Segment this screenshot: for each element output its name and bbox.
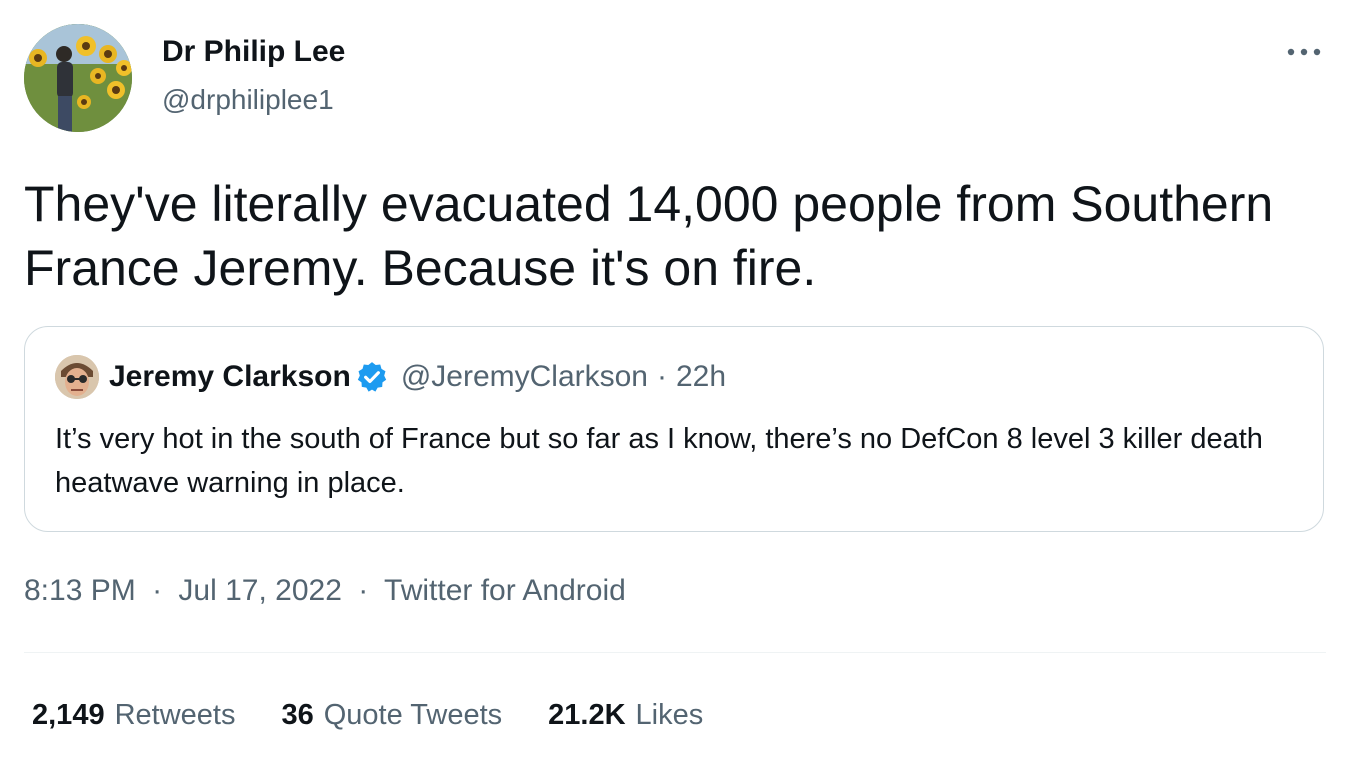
quote-tweets-label: Quote Tweets	[323, 698, 503, 731]
quoted-header-separator: ·	[657, 360, 667, 393]
meta-separator: ·	[358, 574, 369, 607]
more-options-button[interactable]	[1284, 36, 1324, 68]
quoted-author-handle: @JeremyClarkson	[400, 360, 648, 393]
tweet-date[interactable]: Jul 17, 2022	[178, 574, 341, 607]
likes-label: Likes	[635, 698, 704, 731]
author-name[interactable]: Dr Philip Lee	[162, 34, 345, 70]
author-avatar[interactable]	[24, 24, 132, 132]
tweet-stats: 2,149 Retweets 36 Quote Tweets 21.2K Likes	[32, 695, 749, 735]
quoted-tweet[interactable]: Jeremy Clarkson @JeremyClarkson · 22h It…	[24, 326, 1324, 532]
author-handle[interactable]: @drphiliplee1	[162, 83, 334, 117]
quoted-tweet-time: 22h	[676, 360, 727, 393]
quote-tweets-stat[interactable]: 36 Quote Tweets	[281, 699, 502, 732]
quote-tweets-count: 36	[281, 698, 314, 731]
retweets-stat[interactable]: 2,149 Retweets	[32, 699, 235, 732]
tweet-text: They've literally evacuated 14,000 peopl…	[24, 176, 1274, 296]
quoted-tweet-text: It’s very hot in the south of France but…	[55, 423, 1263, 499]
tweet-time[interactable]: 8:13 PM	[24, 574, 136, 607]
tweet-source[interactable]: Twitter for Android	[384, 574, 626, 607]
meta-separator: ·	[152, 574, 163, 607]
retweets-count: 2,149	[32, 698, 105, 731]
verified-badge-icon	[355, 360, 389, 394]
likes-count: 21.2K	[548, 698, 626, 731]
quoted-tweet-header: Jeremy Clarkson @JeremyClarkson · 22h	[55, 355, 726, 399]
likes-stat[interactable]: 21.2K Likes	[548, 699, 703, 732]
divider	[24, 652, 1326, 653]
tweet-meta: 8:13 PM · Jul 17, 2022 · Twitter for And…	[24, 572, 626, 610]
retweets-label: Retweets	[114, 698, 236, 731]
ellipsis-icon	[1287, 48, 1321, 56]
quoted-author-avatar	[55, 355, 99, 399]
quoted-author-name: Jeremy Clarkson	[109, 360, 351, 393]
